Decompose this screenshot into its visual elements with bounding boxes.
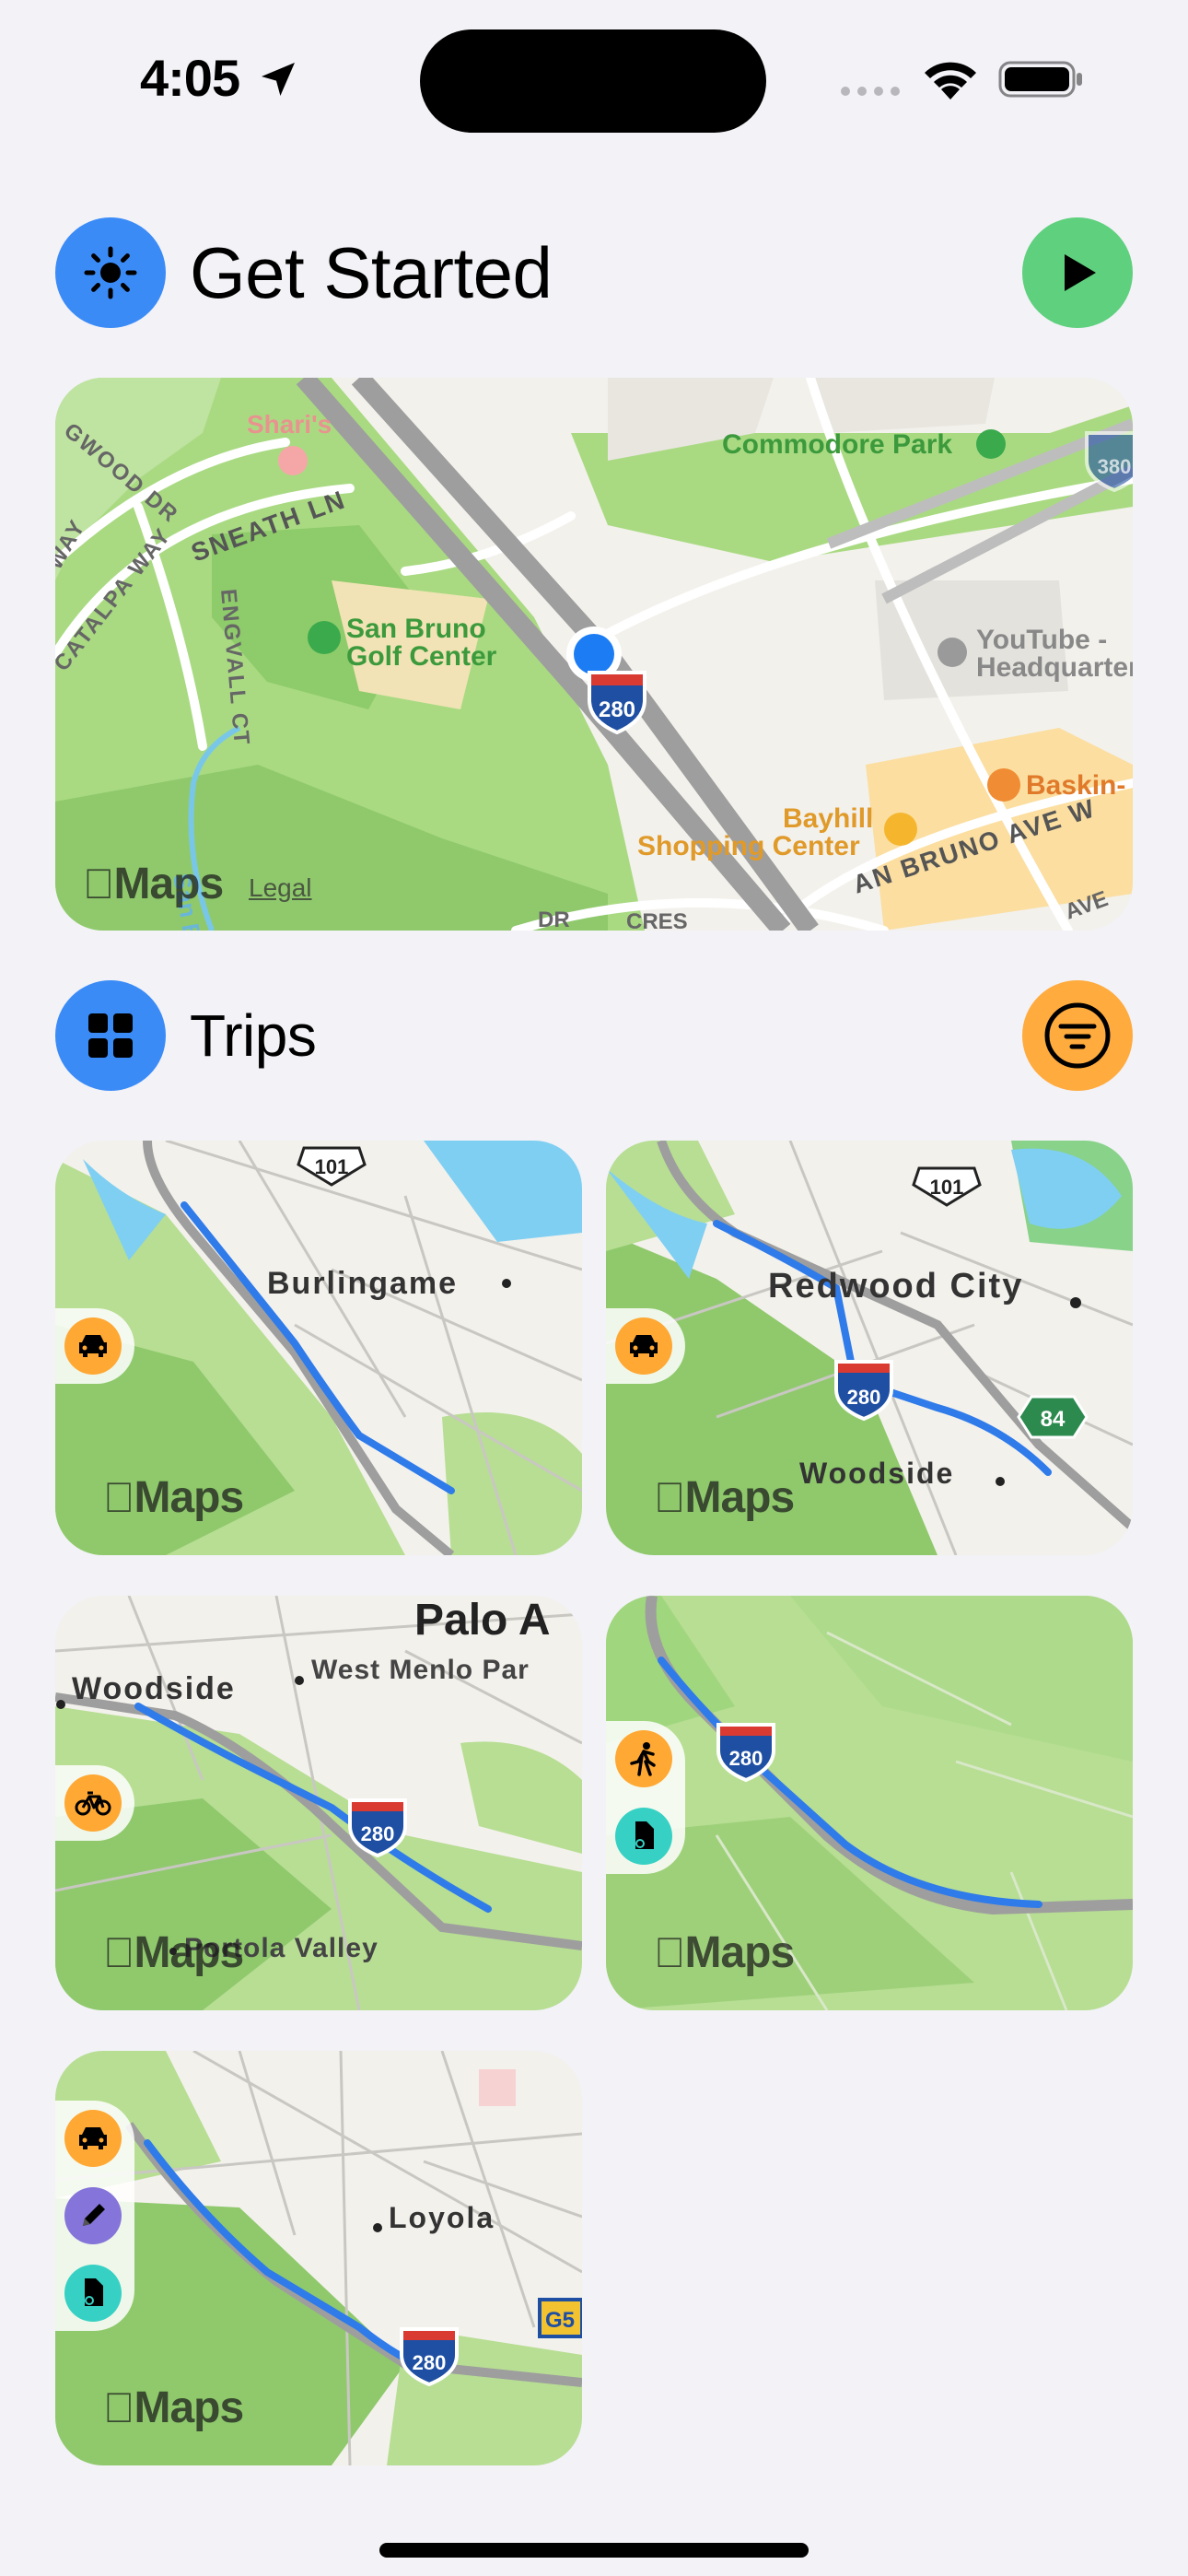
apple-logo-icon:  (654, 1928, 685, 1976)
trip-card[interactable]: 101 280 84 Redwood City Woodside Maps (606, 1141, 1133, 1555)
apple-maps-logo: Maps (83, 860, 224, 908)
apple-logo-icon:  (654, 1473, 685, 1521)
bicycle-icon (75, 1791, 111, 1816)
status-time: 4:05 (140, 49, 240, 107)
svg-text:101: 101 (315, 1155, 349, 1178)
svg-text:280: 280 (413, 2351, 447, 2374)
trip-card[interactable]: 280 Maps (606, 1596, 1133, 2010)
get-started-title: Get Started (190, 232, 553, 313)
car-icon (79, 1335, 107, 1357)
apple-logo-icon:  (103, 1928, 134, 1976)
pencil-mode-icon (64, 2187, 122, 2244)
apple-maps-logo: Maps (103, 2383, 244, 2432)
dynamic-island (420, 29, 766, 133)
transport-mode-rail (55, 2101, 134, 2331)
trip-card[interactable]: 280 G5 Loyola Maps (55, 2051, 582, 2465)
apple-maps-logo: Maps (103, 1473, 244, 1522)
car-mode-icon (64, 1317, 122, 1375)
location-arrow-icon (262, 63, 295, 96)
walking-icon (630, 1742, 656, 1776)
svg-text:Golf Center: Golf Center (346, 641, 497, 672)
apple-logo-icon:  (103, 2383, 134, 2431)
car-mode-icon (615, 1317, 672, 1375)
svg-text:84: 84 (1041, 1407, 1066, 1432)
filter-button[interactable] (1022, 980, 1133, 1091)
county-g5-shield: G5 (538, 2298, 582, 2338)
svg-text:280: 280 (847, 1386, 881, 1409)
svg-text:Baskin-: Baskin- (1026, 770, 1125, 801)
home-indicator[interactable] (379, 2543, 809, 2558)
svg-text:101: 101 (930, 1176, 964, 1199)
car-icon (630, 1335, 658, 1357)
sun-icon (84, 246, 137, 299)
music-mode-icon (615, 1808, 672, 1865)
svg-text:Commodore Park: Commodore Park (722, 429, 952, 460)
car-icon (79, 2127, 107, 2149)
svg-text:Loyola: Loyola (389, 2201, 495, 2234)
svg-text:280: 280 (361, 1822, 395, 1845)
filter-icon (1044, 1002, 1111, 1069)
svg-text:Burlingame: Burlingame (267, 1266, 458, 1301)
svg-text:CRES: CRES (626, 909, 688, 931)
transport-mode-rail (606, 1308, 685, 1384)
trip-card[interactable]: 101 Burlingame Maps (55, 1141, 582, 1555)
transport-mode-rail (55, 1308, 134, 1384)
svg-text:Headquarters: Headquarters (976, 652, 1133, 683)
svg-text:Shari's: Shari's (247, 410, 332, 439)
music-note-icon (635, 1821, 654, 1849)
transport-mode-rail (606, 1721, 685, 1874)
apple-maps-logo: Maps (103, 1928, 244, 1977)
get-started-header: Get Started (55, 217, 1133, 330)
svg-text:West Menlo Par: West Menlo Par (311, 1655, 530, 1685)
trips-title: Trips (190, 1002, 317, 1069)
svg-text:G5: G5 (545, 2308, 575, 2333)
brightness-button[interactable] (55, 217, 166, 328)
cellular-signal-icon (841, 87, 900, 96)
svg-text:280: 280 (729, 1747, 763, 1770)
status-bar: 4:05 (0, 0, 1188, 157)
music-mode-icon (64, 2265, 122, 2322)
transport-mode-rail (55, 1765, 134, 1841)
apple-maps-logo: Maps (654, 1473, 795, 1522)
main-map[interactable]: 280 380 Commodore Park Shari's San Bruno… (55, 378, 1133, 931)
apple-maps-logo: Maps (654, 1928, 795, 1977)
svg-text:San Bruno: San Bruno (346, 614, 486, 644)
svg-text:Woodside: Woodside (799, 1457, 954, 1490)
grid-icon (88, 1013, 133, 1058)
wifi-icon (925, 62, 976, 100)
trips-header: Trips (55, 980, 1133, 1093)
route-84-shield: 84 (1017, 1395, 1089, 1439)
trip-card[interactable]: 280 Palo A Woodside West Menlo Par Porto… (55, 1596, 582, 2010)
apple-logo-icon:  (103, 1473, 134, 1521)
svg-text:Redwood City: Redwood City (768, 1267, 1023, 1306)
svg-text:Shopping Center: Shopping Center (637, 831, 860, 861)
svg-text:DR: DR (538, 907, 570, 931)
legal-link[interactable]: Legal (249, 873, 312, 903)
music-note-icon (85, 2278, 103, 2306)
bike-mode-icon (64, 1774, 122, 1832)
svg-text:Bayhill: Bayhill (783, 803, 873, 834)
grid-view-button[interactable] (55, 980, 166, 1091)
battery-icon (998, 61, 1082, 98)
svg-text:280: 280 (599, 697, 635, 722)
svg-text:Palo A: Palo A (414, 1596, 551, 1645)
play-button[interactable] (1022, 217, 1133, 328)
walk-mode-icon (615, 1730, 672, 1787)
car-mode-icon (64, 2110, 122, 2167)
svg-text:380: 380 (1098, 455, 1132, 478)
apple-logo-icon:  (83, 860, 114, 907)
pencil-icon (83, 2204, 105, 2226)
svg-text:YouTube -: YouTube - (976, 625, 1107, 655)
play-icon (1065, 254, 1096, 291)
svg-text:Woodside: Woodside (72, 1671, 236, 1706)
main-map-canvas: 280 380 Commodore Park Shari's San Bruno… (55, 378, 1133, 931)
